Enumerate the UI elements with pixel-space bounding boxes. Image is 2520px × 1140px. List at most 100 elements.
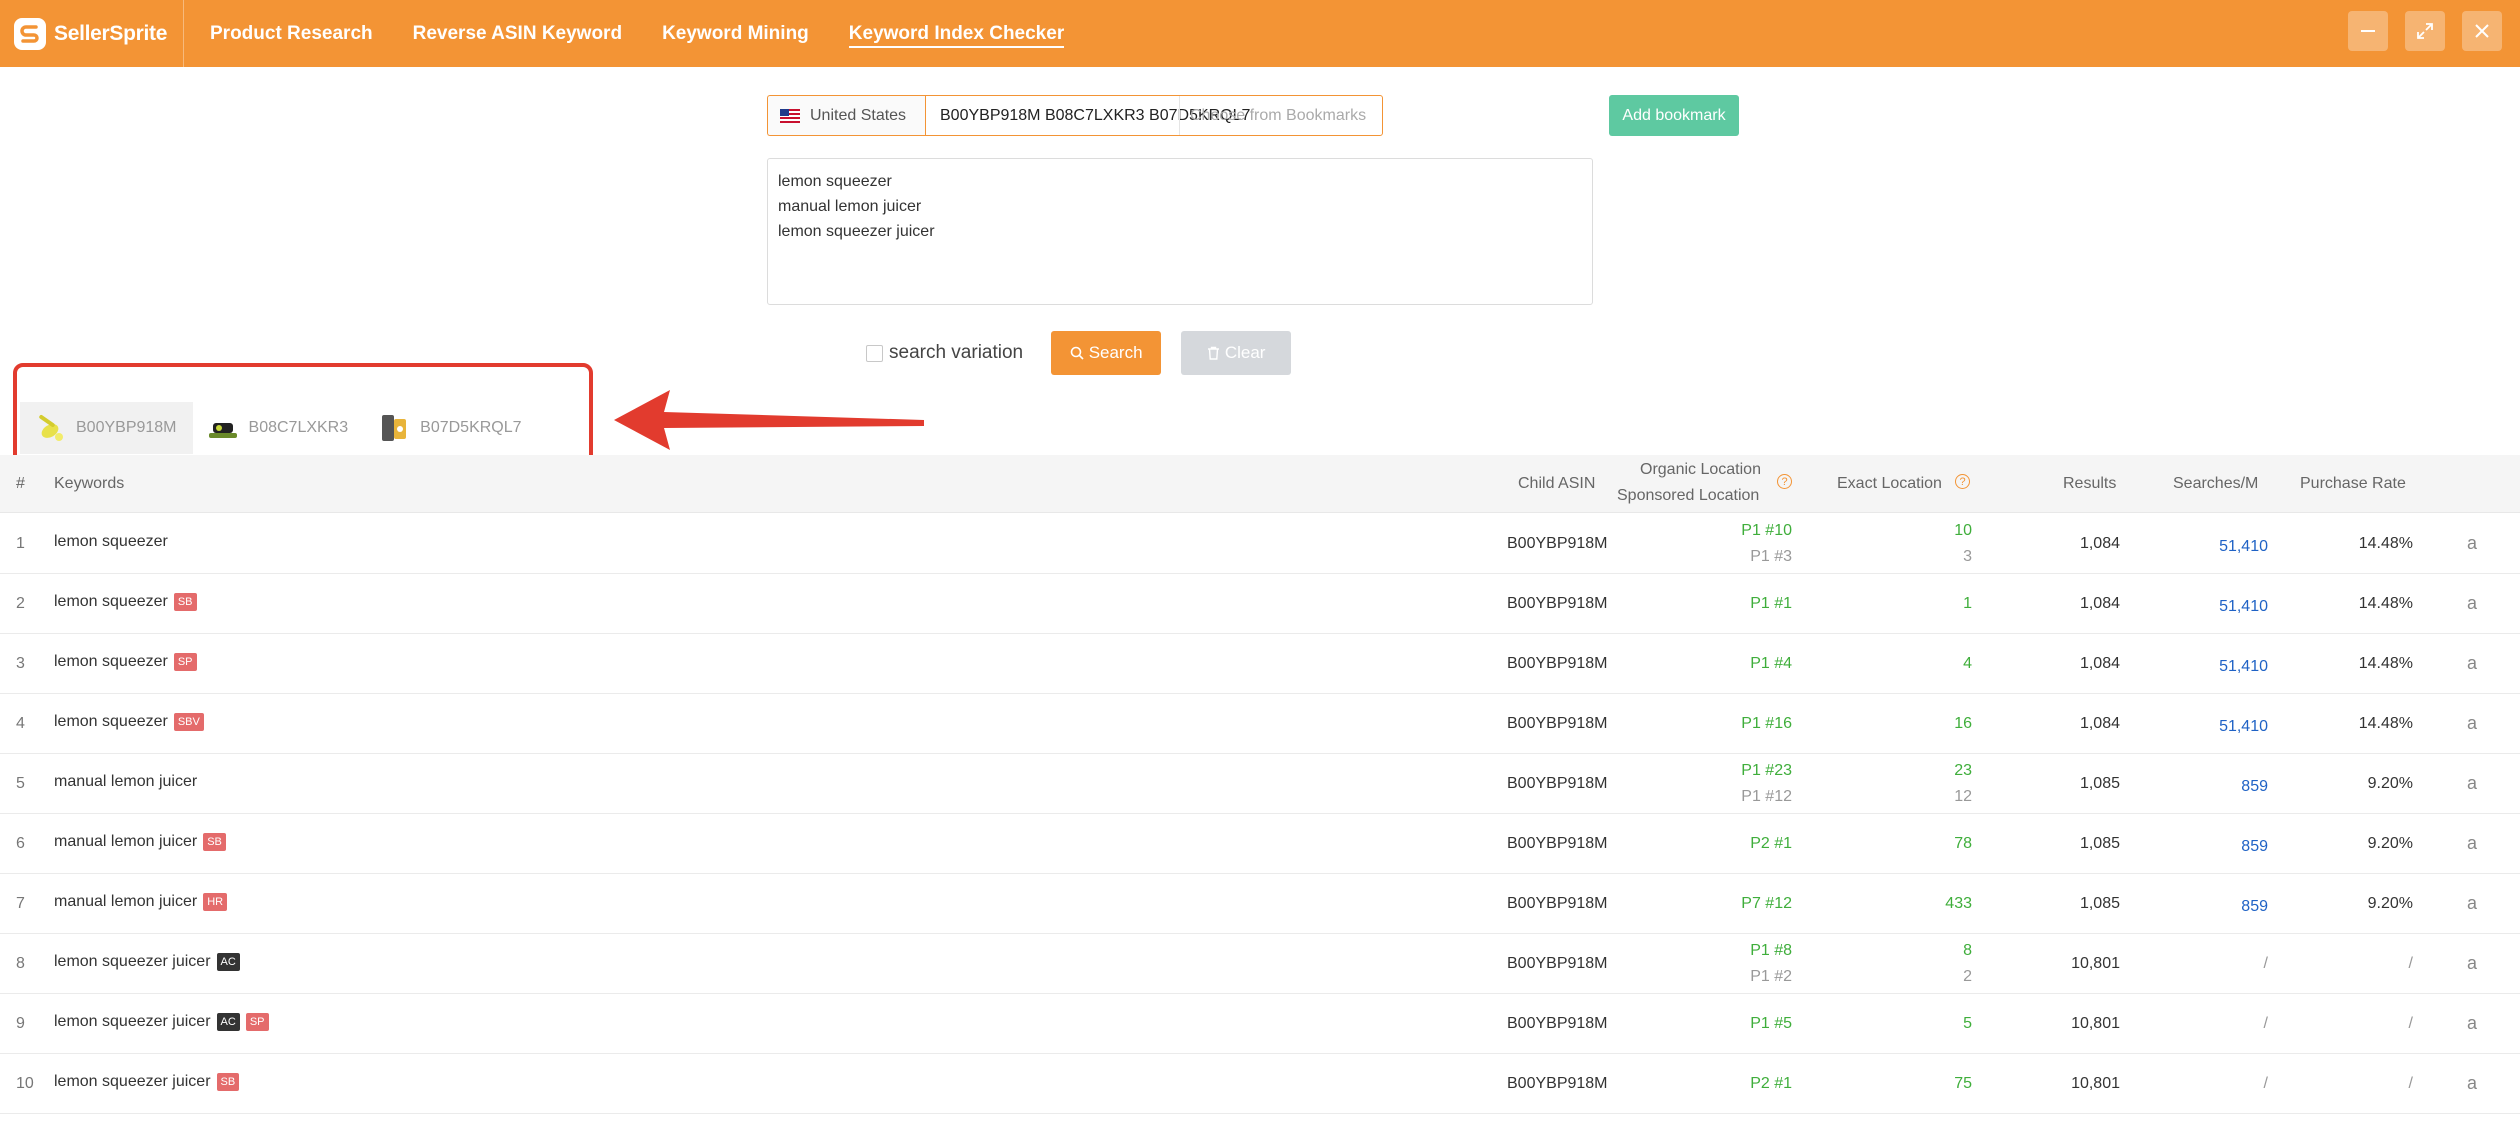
row-index: 3: [16, 655, 25, 672]
close-icon: [2475, 24, 2489, 38]
row-keyword[interactable]: lemon squeezer SP: [54, 653, 197, 671]
row-searches[interactable]: 51,410: [2219, 598, 2268, 616]
row-index: 2: [16, 595, 25, 612]
amazon-icon[interactable]: a: [2467, 593, 2477, 614]
row-results: 1,084: [2079, 715, 2120, 732]
row-exact-location: 1: [1963, 595, 1972, 612]
row-exact-location: 16: [1954, 715, 1972, 732]
amazon-icon[interactable]: a: [2467, 833, 2477, 854]
row-searches[interactable]: 859: [2241, 838, 2268, 856]
search-icon: [1070, 346, 1084, 360]
row-child-asin[interactable]: B00YBP918M: [1507, 895, 1608, 913]
annotation-arrow-icon: [614, 390, 924, 450]
keyword-text: lemon squeezer juicer: [54, 1013, 211, 1030]
amazon-icon[interactable]: a: [2467, 773, 2477, 794]
keyword-tag-badge: SB: [203, 833, 226, 851]
col-exact-location[interactable]: Exact Location: [1837, 475, 1942, 493]
amazon-icon[interactable]: a: [2467, 713, 2477, 734]
row-keyword[interactable]: manual lemon juicer SB: [54, 833, 226, 851]
row-child-asin[interactable]: B00YBP918M: [1507, 775, 1608, 793]
row-purchase-rate: 9.20%: [2367, 775, 2413, 792]
search-button[interactable]: Search: [1051, 331, 1162, 375]
row-child-asin[interactable]: B00YBP918M: [1507, 1015, 1608, 1033]
row-child-asin[interactable]: B00YBP918M: [1507, 955, 1608, 973]
table-row: 4 lemon squeezer SBV B00YBP918M P1 #16 16 1,08…: [0, 694, 2520, 754]
row-child-asin[interactable]: B00YBP918M: [1507, 655, 1608, 673]
row-searches[interactable]: 51,410: [2219, 718, 2268, 736]
row-organic-location: P1 #1: [1750, 595, 1792, 612]
keyword-text: manual lemon juicer: [54, 833, 198, 850]
asin-input[interactable]: B00YBP918M B08C7LXKR3 B07D5KRQL7 Choose …: [925, 95, 1383, 136]
us-flag-icon: [780, 108, 800, 123]
row-child-asin[interactable]: B00YBP918M: [1507, 535, 1608, 553]
help-icon[interactable]: ?: [1955, 474, 1970, 489]
row-keyword[interactable]: lemon squeezer juicer SB: [54, 1073, 240, 1091]
nav-keyword-index-checker[interactable]: Keyword Index Checker: [848, 0, 1065, 67]
row-exact-location: 10: [1954, 522, 1972, 539]
row-keyword[interactable]: lemon squeezer juicer AC SP: [54, 1013, 269, 1031]
row-searches[interactable]: 51,410: [2219, 658, 2268, 676]
col-searches[interactable]: Searches/M: [2173, 475, 2258, 493]
nav-reverse-asin-keyword[interactable]: Reverse ASIN Keyword: [413, 0, 622, 67]
minimize-icon: [2361, 30, 2375, 32]
bookmark-select[interactable]: Choose from Bookmarks: [1179, 96, 1382, 135]
table-row: 5 manual lemon juicer B00YBP918M P1 #23 P1 #…: [0, 754, 2520, 814]
col-results[interactable]: Results: [2063, 475, 2116, 493]
row-results: 1,084: [2079, 595, 2120, 612]
row-purchase-rate: 14.48%: [2358, 535, 2413, 552]
nav-product-research[interactable]: Product Research: [210, 0, 373, 67]
row-keyword[interactable]: lemon squeezer: [54, 533, 168, 551]
amazon-icon[interactable]: a: [2467, 653, 2477, 674]
row-purchase-rate: /: [2408, 1015, 2413, 1032]
row-keyword[interactable]: manual lemon juicer: [54, 773, 197, 791]
main-nav: Product Research Reverse ASIN Keyword Ke…: [184, 0, 1104, 67]
row-keyword[interactable]: lemon squeezer SB: [54, 593, 197, 611]
minimize-button[interactable]: [2348, 11, 2388, 51]
help-icon[interactable]: ?: [1777, 474, 1792, 489]
row-searches[interactable]: 859: [2241, 778, 2268, 796]
table-row: 1 lemon squeezer B00YBP918M P1 #10 P1 #3 10 3 1…: [0, 514, 2520, 574]
maximize-button[interactable]: [2405, 11, 2445, 51]
row-child-asin[interactable]: B00YBP918M: [1507, 595, 1608, 613]
row-child-asin[interactable]: B00YBP918M: [1507, 835, 1608, 853]
row-searches[interactable]: 859: [2241, 898, 2268, 916]
keyword-tag-badge: SB: [216, 1073, 240, 1091]
row-keyword[interactable]: lemon squeezer juicer AC: [54, 953, 240, 971]
amazon-icon[interactable]: a: [2467, 1013, 2477, 1034]
window-controls: [2331, 11, 2502, 51]
row-exact-location: 75: [1954, 1075, 1972, 1092]
row-exact-location: 8: [1963, 942, 1972, 959]
row-child-asin[interactable]: B00YBP918M: [1507, 715, 1608, 733]
row-index: 9: [16, 1015, 25, 1032]
close-button[interactable]: [2462, 11, 2502, 51]
col-sponsored-location[interactable]: Sponsored Location: [1617, 487, 1759, 505]
keyword-tag-badge: AC: [216, 953, 240, 971]
row-searches: /: [2263, 1075, 2268, 1092]
add-bookmark-button[interactable]: Add bookmark: [1609, 95, 1739, 136]
keyword-tag-badge: SP: [245, 1013, 269, 1031]
col-organic-location[interactable]: Organic Location: [1640, 461, 1761, 479]
row-keyword[interactable]: lemon squeezer SBV: [54, 713, 204, 731]
amazon-icon[interactable]: a: [2467, 893, 2477, 914]
amazon-icon[interactable]: a: [2467, 953, 2477, 974]
amazon-icon[interactable]: a: [2467, 533, 2477, 554]
row-sponsored-location: P1 #2: [1750, 968, 1792, 985]
row-organic-location: P1 #8: [1750, 942, 1792, 959]
country-select[interactable]: United States: [767, 95, 925, 136]
row-searches[interactable]: 51,410: [2219, 538, 2268, 556]
row-searches: /: [2263, 955, 2268, 972]
trash-icon: [1207, 346, 1220, 360]
amazon-icon[interactable]: a: [2467, 1073, 2477, 1094]
row-child-asin[interactable]: B00YBP918M: [1507, 1075, 1608, 1093]
keywords-textarea[interactable]: lemon squeezer manual lemon juicer lemon…: [767, 158, 1593, 305]
table-row: 2 lemon squeezer SB B00YBP918M P1 #1 1 1,084 51…: [0, 574, 2520, 634]
app-logo[interactable]: SellerSprite: [0, 0, 184, 67]
search-variation-checkbox[interactable]: [866, 344, 883, 362]
nav-keyword-mining[interactable]: Keyword Mining: [662, 0, 809, 67]
col-keywords[interactable]: Keywords: [54, 475, 124, 493]
clear-button[interactable]: Clear: [1181, 331, 1292, 375]
row-sponsored-location: P1 #12: [1741, 788, 1792, 805]
keyword-text: lemon squeezer: [54, 533, 168, 550]
row-keyword[interactable]: manual lemon juicer HR: [54, 893, 228, 911]
col-purchase-rate[interactable]: Purchase Rate: [2300, 475, 2406, 493]
